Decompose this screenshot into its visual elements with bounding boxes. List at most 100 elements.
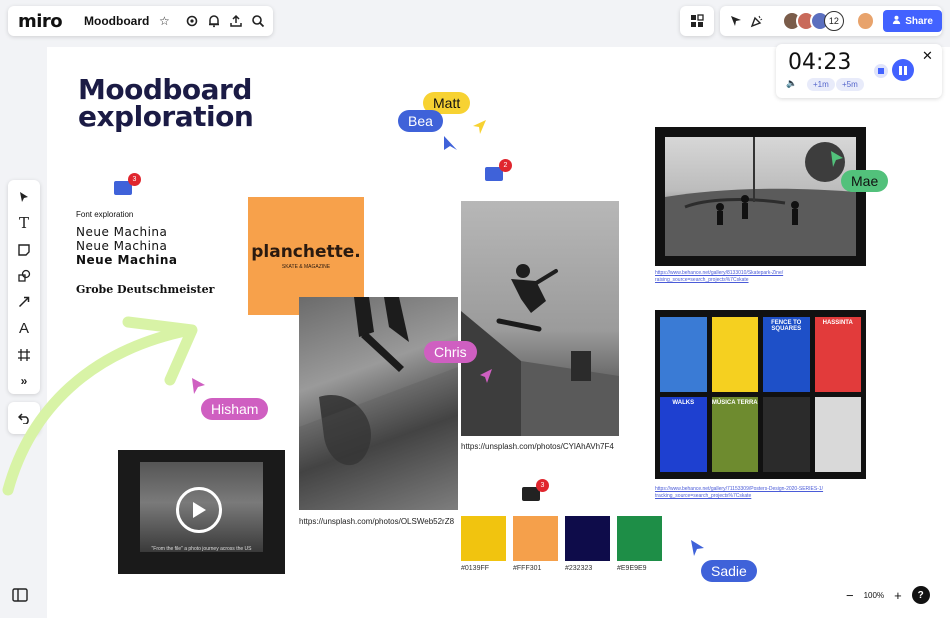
bell-icon[interactable]: [203, 10, 225, 32]
photo-url[interactable]: https://www.behance.net/gallery/8133010/…: [655, 270, 815, 284]
photo-url[interactable]: https://unsplash.com/photos/CYlAhAVh7F4: [461, 442, 614, 451]
cursor-label-mae: Mae: [841, 170, 889, 192]
cursor-label-chris: Chris: [424, 341, 477, 363]
font-sample: Neue Machina: [76, 239, 168, 253]
font-exploration-card[interactable]: Font exploration Neue Machina Neue Machi…: [76, 210, 214, 296]
photo-skatepark[interactable]: [655, 127, 866, 266]
zoom-level[interactable]: 100%: [864, 591, 884, 600]
stop-icon: [878, 68, 884, 74]
cursor-label-sadie: Sadie: [701, 560, 757, 582]
comment-thread[interactable]: 2: [485, 159, 512, 181]
close-icon[interactable]: ✕: [922, 48, 933, 64]
font-exploration-label: Font exploration: [76, 210, 134, 219]
comment-thread[interactable]: 3: [114, 173, 141, 195]
logo-name: planchette.: [251, 242, 361, 262]
poster[interactable]: MÚSICA TERRA: [711, 397, 758, 472]
poster[interactable]: [763, 397, 810, 472]
upload-icon[interactable]: [225, 10, 247, 32]
font-sample: Neue Machina: [76, 225, 168, 239]
poster-text: HASSINTA: [822, 320, 853, 326]
video-caption: "From the file" a photo journey across t…: [151, 546, 252, 552]
photo-content: [299, 297, 458, 510]
cursor-label-hisham: Hisham: [201, 398, 269, 420]
cursor-label-bea: Bea: [398, 110, 443, 132]
cursor-arrow-icon: [473, 120, 486, 134]
poster-grid-inner: FENCE TO SQUARES HASSINTA WALKS MÚSICA TERR…: [660, 317, 861, 472]
stop-button[interactable]: [874, 64, 888, 78]
volume-icon[interactable]: 🔈: [786, 78, 797, 89]
top-right-panel: 12 Share: [720, 6, 942, 36]
user-icon: [892, 15, 901, 27]
add-1-minute-button[interactable]: +1m: [807, 78, 835, 91]
poster[interactable]: HASSINTA: [814, 317, 861, 392]
photo-url[interactable]: https://www.behance.net/gallery/71153309…: [655, 486, 845, 500]
poster[interactable]: WALKS: [660, 397, 707, 472]
comment-badge: 3: [536, 479, 549, 492]
color-swatch[interactable]: #232323: [565, 516, 610, 572]
add-5-minutes-button[interactable]: +5m: [836, 78, 864, 91]
swatch-color: [617, 516, 662, 561]
share-button[interactable]: Share: [883, 10, 942, 32]
help-button[interactable]: ?: [911, 586, 930, 604]
share-label: Share: [905, 15, 933, 27]
heading-line-1: Moodboard: [78, 73, 252, 106]
star-icon[interactable]: ☆: [153, 10, 175, 32]
swatch-label: #232323: [565, 565, 593, 572]
poster[interactable]: FENCE TO SQUARES: [763, 317, 810, 392]
comment-thread[interactable]: 3: [522, 479, 549, 501]
swatch-color: [565, 516, 610, 561]
poster-grid[interactable]: FENCE TO SQUARES HASSINTA WALKS MÚSICA TERR…: [655, 310, 866, 479]
font-sample: Neue Machina: [76, 253, 178, 267]
select-tool-icon[interactable]: [13, 187, 35, 207]
poster-text: MÚSICA TERRA: [711, 400, 758, 406]
timer-panel: 04:23 ✕ 🔈 +1m +5m: [776, 44, 942, 98]
collaborator-avatars[interactable]: 12: [781, 11, 844, 31]
heading-line-2: exploration: [78, 100, 254, 133]
photo-url[interactable]: https://unsplash.com/photos/OLSWeb52rZ8: [299, 517, 454, 526]
poster[interactable]: [660, 317, 707, 392]
color-swatch[interactable]: #0139FF: [461, 516, 506, 572]
text-tool-icon[interactable]: T: [13, 213, 35, 233]
cursor-arrow-icon: [192, 378, 205, 394]
comment-badge: 3: [128, 173, 141, 186]
color-swatch[interactable]: #E9E9E9: [617, 516, 662, 572]
sidebar-toggle-icon: [12, 588, 28, 602]
play-button[interactable]: [176, 487, 222, 533]
video-player[interactable]: "From the file" a photo journey across t…: [118, 450, 285, 574]
play-icon: [193, 502, 206, 518]
celebrate-icon[interactable]: [747, 10, 768, 32]
zoom-controls: − 100% + ?: [846, 586, 930, 604]
board-title[interactable]: Moodboard: [84, 14, 149, 28]
settings-icon[interactable]: [181, 10, 203, 32]
font-sample: Grobe Deutschmeister: [76, 283, 215, 296]
cursor-arrow-icon: [831, 151, 843, 167]
pause-button[interactable]: [892, 59, 914, 81]
sticky-note-tool-icon[interactable]: [13, 240, 35, 260]
photo-skater-shadow[interactable]: [299, 297, 458, 510]
board-panel-toggle[interactable]: [12, 588, 28, 607]
board-heading[interactable]: Moodboard exploration: [78, 73, 254, 133]
my-avatar[interactable]: [855, 11, 876, 31]
poster[interactable]: [711, 317, 758, 392]
poster-text: WALKS: [672, 400, 695, 406]
poster-text: FENCE TO SQUARES: [771, 320, 802, 332]
logo-tagline: SKATE & MAGAZINE: [281, 264, 331, 270]
pause-icon: [899, 65, 907, 75]
collaborator-count[interactable]: 12: [823, 11, 844, 31]
miro-logo[interactable]: miro: [18, 11, 70, 32]
search-icon[interactable]: [247, 10, 269, 32]
cursor-arrow-icon: [691, 540, 704, 556]
color-palette[interactable]: #0139FF #FFF301 #232323 #E9E9E9: [461, 516, 662, 572]
comment-badge: 2: [499, 159, 512, 172]
shapes-tool-icon[interactable]: [13, 266, 35, 286]
swatch-color: [513, 516, 558, 561]
zoom-in-button[interactable]: +: [894, 588, 902, 603]
poster[interactable]: [814, 397, 861, 472]
photo-skater-jump[interactable]: [461, 201, 619, 436]
color-swatch[interactable]: #FFF301: [513, 516, 558, 572]
photo-content: [461, 264, 619, 436]
cursor-follow-icon[interactable]: [726, 10, 747, 32]
zoom-out-button[interactable]: −: [846, 588, 854, 603]
apps-icon[interactable]: [686, 10, 708, 32]
swatch-color: [461, 516, 506, 561]
